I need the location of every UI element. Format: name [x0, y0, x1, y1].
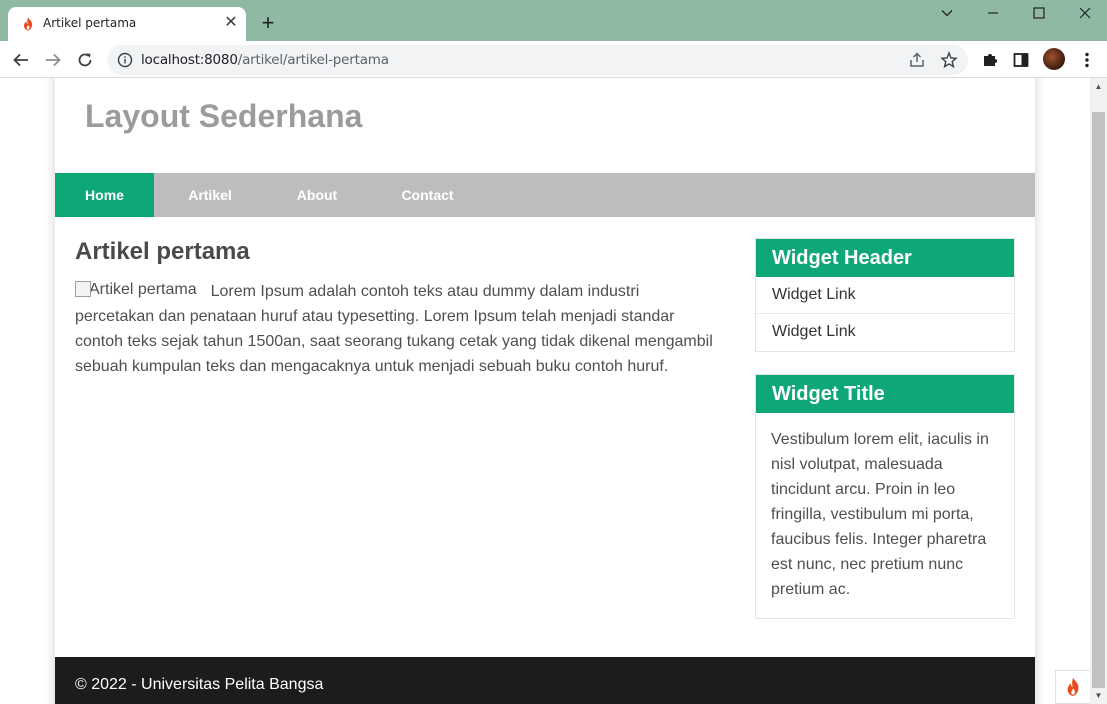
main-navbar: Home Artikel About Contact — [55, 173, 1035, 217]
more-menu-icon[interactable] — [1077, 50, 1097, 70]
forward-arrow-icon[interactable] — [39, 46, 67, 74]
broken-image-placeholder: Artikel pertama — [75, 279, 197, 299]
url-path: /artikel/artikel-pertama — [237, 52, 389, 68]
scroll-up-arrow-icon[interactable]: ▲ — [1090, 78, 1107, 95]
broken-image-icon — [75, 281, 91, 297]
scroll-thumb[interactable] — [1092, 112, 1105, 688]
browser-toolbar: localhost:8080/artikel/artikel-pertama — [0, 41, 1107, 78]
extensions-puzzle-icon[interactable] — [980, 50, 1000, 70]
site-footer: © 2022 - Universitas Pelita Bangsa — [55, 657, 1035, 704]
site-title: Layout Sederhana — [85, 98, 363, 134]
url-text: localhost:8080/artikel/artikel-pertama — [141, 52, 389, 68]
widget-link-2[interactable]: Widget Link — [756, 314, 1014, 351]
share-icon[interactable] — [908, 51, 926, 69]
widget-header: Widget Header — [756, 239, 1014, 277]
address-bar[interactable]: localhost:8080/artikel/artikel-pertama — [107, 45, 968, 75]
browser-tab[interactable]: Artikel pertama ✕ — [8, 7, 246, 41]
nav-home[interactable]: Home — [55, 173, 154, 217]
nav-about[interactable]: About — [266, 173, 368, 217]
article-title: Artikel pertama — [75, 238, 250, 265]
nav-artikel[interactable]: Artikel — [154, 173, 266, 217]
new-tab-icon[interactable]: + — [256, 12, 280, 36]
widget-links: Widget Header Widget Link Widget Link — [755, 238, 1015, 352]
minimize-icon[interactable] — [970, 0, 1016, 28]
site-info-icon[interactable] — [117, 52, 133, 68]
article-body: Artikel pertama Lorem Ipsum adalah conto… — [75, 279, 715, 379]
url-host: localhost:8080 — [141, 52, 238, 68]
codeigniter-flame-icon — [1067, 678, 1079, 696]
article-section: Artikel pertama Artikel pertama Lorem Ip… — [75, 233, 715, 379]
tab-title: Artikel pertama — [43, 16, 137, 30]
scroll-down-arrow-icon[interactable]: ▼ — [1090, 687, 1107, 704]
reload-icon[interactable] — [71, 46, 99, 74]
widget-title: Widget Title — [756, 375, 1014, 413]
browser-tab-strip: Artikel pertama ✕ + — [0, 0, 1107, 41]
sidebar: Widget Header Widget Link Widget Link Wi… — [755, 238, 1015, 641]
page-scrollbar[interactable]: ▲ ▼ — [1090, 78, 1107, 704]
widget-body-text: Vestibulum lorem elit, iaculis in nisl v… — [771, 431, 989, 598]
bookmark-star-icon[interactable] — [940, 51, 958, 69]
broken-image-alt-text: Artikel pertama — [89, 280, 197, 298]
codeigniter-favicon-icon — [20, 16, 36, 32]
tab-search-chevron-icon[interactable] — [924, 0, 970, 28]
widget-link-1[interactable]: Widget Link — [756, 277, 1014, 314]
footer-copyright: © 2022 - Universitas Pelita Bangsa — [75, 676, 324, 693]
maximize-icon[interactable] — [1016, 0, 1062, 28]
profile-avatar[interactable] — [1043, 48, 1065, 70]
side-panel-icon[interactable] — [1011, 50, 1031, 70]
back-arrow-icon[interactable] — [7, 46, 35, 74]
widget-text-block: Widget Title Vestibulum lorem elit, iacu… — [755, 374, 1015, 619]
page-container: Layout Sederhana Home Artikel About Cont… — [55, 78, 1035, 704]
nav-contact[interactable]: Contact — [368, 173, 487, 217]
close-window-icon[interactable] — [1062, 0, 1107, 28]
codeigniter-debug-toolbar-toggle[interactable] — [1055, 670, 1090, 704]
page-viewport: Layout Sederhana Home Artikel About Cont… — [0, 78, 1090, 704]
close-tab-icon[interactable]: ✕ — [222, 14, 240, 32]
